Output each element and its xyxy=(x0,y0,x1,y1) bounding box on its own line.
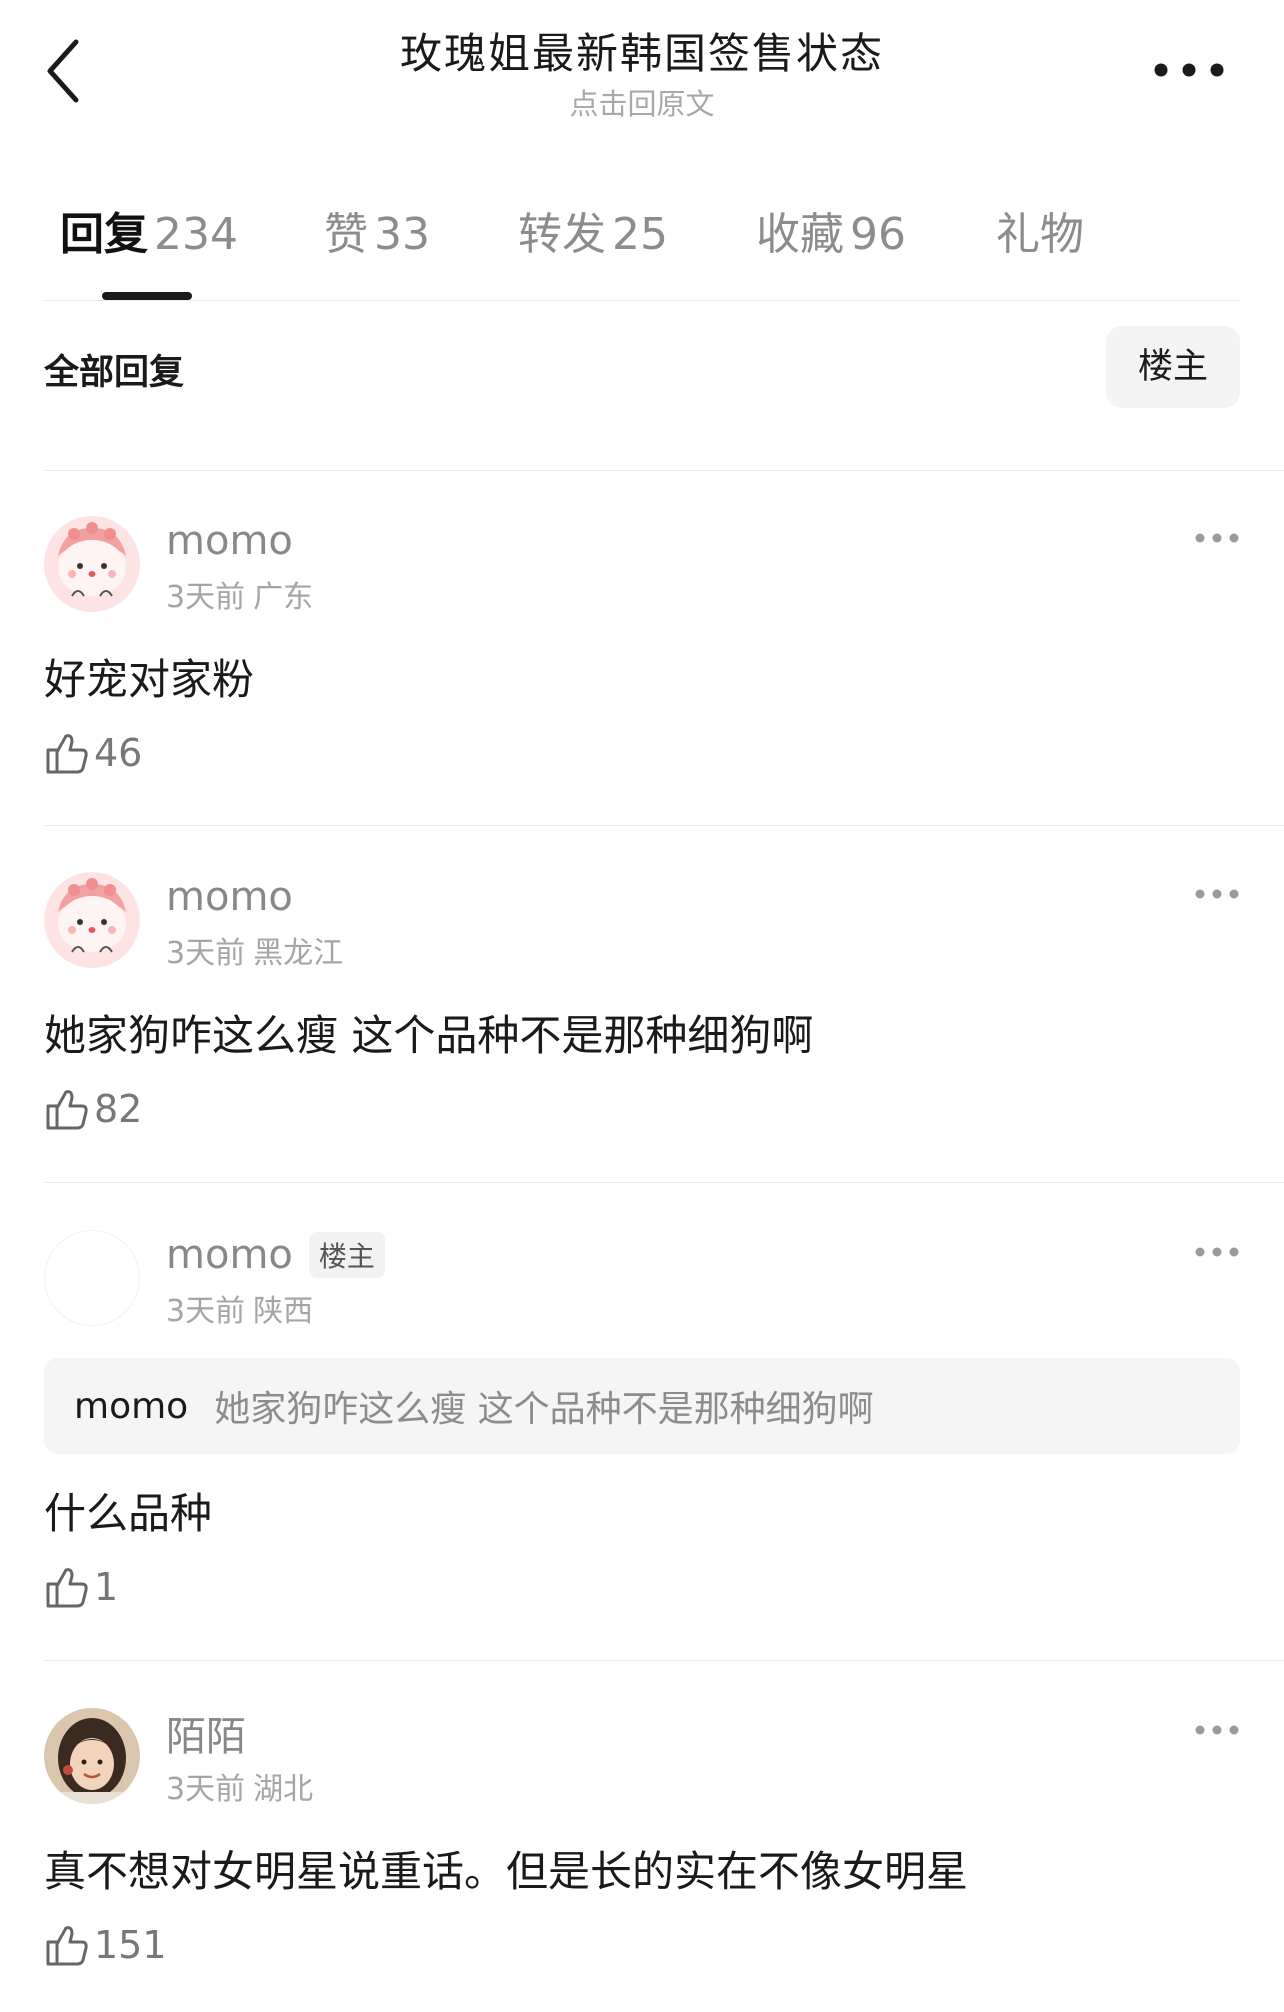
comment-item: 陌陌 3天前 湖北 真不想对女明星说重话。但是长的实在不像女明星 151 xyxy=(44,1708,1240,1988)
comment-item: momo 3天前 黑龙江 她家狗咋这么瘦 这个品种不是那种细狗啊 82 xyxy=(44,872,1240,1152)
username[interactable]: momo xyxy=(166,874,293,920)
tab-gifts[interactable]: 礼物 xyxy=(996,200,1084,270)
quoted-username: momo xyxy=(74,1385,189,1427)
name-row: momo xyxy=(166,516,293,566)
comment-text: 真不想对女明星说重话。但是长的实在不像女明星 xyxy=(44,1847,969,1896)
comment-time: 3天前 xyxy=(166,1294,246,1329)
tab-label: 转发 xyxy=(518,209,606,260)
thumb-up-icon xyxy=(46,1926,88,1966)
tab-count: 25 xyxy=(612,209,668,260)
all-replies-filter[interactable]: 全部回复 xyxy=(44,344,184,395)
comment-location: 陕西 xyxy=(253,1294,314,1329)
comment-item: momo 楼主 3天前 陕西 momo 她家狗咋这么瘦 这个品种不是那种细狗啊 什… xyxy=(44,1230,1240,1640)
ellipsis-icon xyxy=(1154,63,1224,77)
back-to-original-link[interactable]: 点击回原文 xyxy=(0,86,1284,122)
username[interactable]: momo xyxy=(166,1232,293,1278)
quoted-text: 她家狗咋这么瘦 这个品种不是那种细狗啊 xyxy=(214,1389,874,1430)
ellipsis-icon xyxy=(1195,889,1239,899)
username[interactable]: 陌陌 xyxy=(166,1704,246,1762)
avatar[interactable] xyxy=(44,516,140,612)
ellipsis-icon xyxy=(1195,1725,1239,1735)
tab-replies[interactable]: 回复 234 xyxy=(60,200,238,270)
comment-item: momo 3天前 广东 好宠对家粉 46 xyxy=(44,516,1240,796)
owner-only-button[interactable]: 楼主 xyxy=(1106,326,1240,408)
like-button[interactable]: 46 xyxy=(44,730,142,776)
like-button[interactable]: 82 xyxy=(44,1086,142,1132)
owner-badge: 楼主 xyxy=(308,1232,385,1278)
avatar[interactable] xyxy=(44,1230,140,1326)
comment-meta: 3天前 湖北 xyxy=(166,1764,313,1808)
avatar[interactable] xyxy=(44,872,140,968)
comment-time: 3天前 xyxy=(166,936,246,971)
name-row: 陌陌 xyxy=(166,1708,246,1760)
page-title: 玫瑰姐最新韩国签售状态 xyxy=(399,29,884,78)
tab-favorites[interactable]: 收藏 96 xyxy=(756,200,906,270)
comment-location: 黑龙江 xyxy=(253,936,344,971)
comment-text: 她家狗咋这么瘦 这个品种不是那种细狗啊 xyxy=(44,1011,814,1060)
thumb-up-icon xyxy=(46,734,88,774)
comment-more-button[interactable] xyxy=(1194,1722,1240,1736)
comment-meta: 3天前 广东 xyxy=(166,572,313,616)
thumb-up-icon xyxy=(46,1090,88,1130)
tab-count: 96 xyxy=(850,209,906,260)
comment-time: 3天前 xyxy=(166,580,246,615)
ellipsis-icon xyxy=(1195,533,1239,543)
tab-label: 礼物 xyxy=(996,209,1084,260)
user-photo-avatar-icon xyxy=(44,1708,140,1804)
divider xyxy=(44,470,1284,471)
like-count: 82 xyxy=(94,1087,143,1131)
quoted-reply[interactable]: momo 她家狗咋这么瘦 这个品种不是那种细狗啊 xyxy=(44,1358,1240,1454)
like-count: 151 xyxy=(94,1923,167,1967)
tab-label: 赞 xyxy=(324,209,368,260)
tab-likes[interactable]: 赞 33 xyxy=(324,200,430,270)
comment-meta: 3天前 黑龙江 xyxy=(166,928,343,972)
comment-location: 湖北 xyxy=(253,1772,314,1807)
avatar[interactable] xyxy=(44,1708,140,1804)
tab-label: 回复 xyxy=(60,209,148,260)
comment-more-button[interactable] xyxy=(1194,1244,1240,1258)
title-block[interactable]: 玫瑰姐最新韩国签售状态 点击回原文 xyxy=(0,26,1284,122)
like-button[interactable]: 1 xyxy=(44,1564,118,1610)
like-button[interactable]: 151 xyxy=(44,1922,167,1968)
comment-text: 什么品种 xyxy=(44,1489,213,1538)
cartoon-avatar-icon xyxy=(44,516,140,612)
comment-location: 广东 xyxy=(253,580,314,615)
comment-more-button[interactable] xyxy=(1194,886,1240,900)
like-count: 46 xyxy=(94,731,143,775)
more-options-button[interactable] xyxy=(1149,55,1229,85)
tab-label: 收藏 xyxy=(756,209,844,260)
tab-bar: 回复 234 赞 33 转发 25 收藏 96 礼物 xyxy=(44,200,1240,301)
tab-reposts[interactable]: 转发 25 xyxy=(518,200,668,270)
filter-row: 全部回复 楼主 xyxy=(44,326,1240,408)
top-bar: 玫瑰姐最新韩国签售状态 点击回原文 xyxy=(0,0,1284,140)
name-row: momo xyxy=(166,872,293,922)
comment-meta: 3天前 陕西 xyxy=(166,1286,313,1330)
divider xyxy=(44,825,1284,826)
tab-count: 33 xyxy=(374,209,430,260)
name-row: momo 楼主 xyxy=(166,1230,385,1280)
divider xyxy=(44,1660,1284,1661)
divider xyxy=(44,1182,1284,1183)
active-tab-indicator xyxy=(102,292,192,300)
comment-more-button[interactable] xyxy=(1194,530,1240,544)
comment-time: 3天前 xyxy=(166,1772,246,1807)
comment-text: 好宠对家粉 xyxy=(44,655,255,704)
cartoon-avatar-icon xyxy=(44,872,140,968)
ellipsis-icon xyxy=(1195,1247,1239,1257)
like-count: 1 xyxy=(94,1565,119,1609)
thumb-up-icon xyxy=(46,1568,88,1608)
username[interactable]: momo xyxy=(166,518,293,564)
tab-count: 234 xyxy=(154,209,238,260)
